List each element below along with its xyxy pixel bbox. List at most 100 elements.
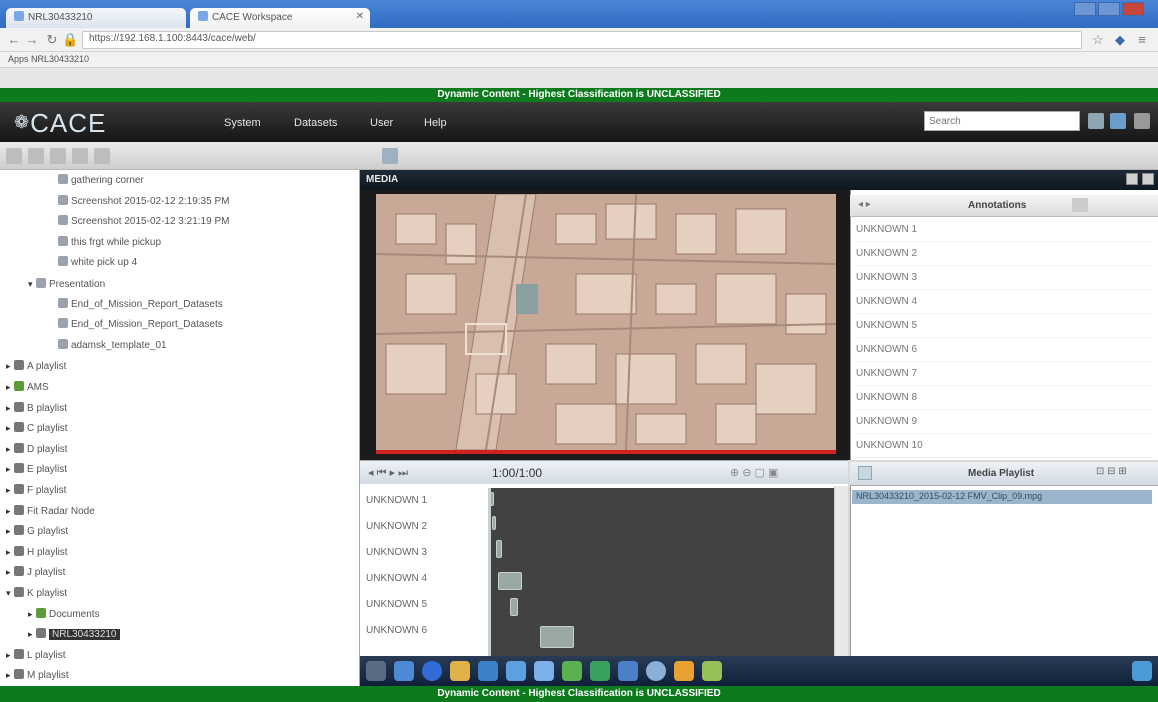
refresh-icon[interactable] [28,148,44,164]
expand-arrow-icon[interactable]: ▸ [6,522,14,540]
timeline-clip[interactable] [540,626,574,648]
app-icon-8[interactable] [702,661,722,681]
start-icon[interactable] [366,661,386,681]
tree-item[interactable]: ▸ C playlist [6,419,68,437]
address-bar[interactable]: https://192.168.1.100:8443/cace/web/ [82,31,1082,49]
tree-item[interactable]: ▸ Documents [28,605,100,623]
timeline-clip[interactable] [510,598,518,616]
menu-icon[interactable]: ≡ [1134,32,1150,48]
tree-item[interactable]: ▸ H playlist [6,543,68,561]
aerial-video-frame[interactable] [376,194,836,454]
playlist-controls-icon[interactable]: ⊡ ⊟ ⊞ [1096,466,1127,477]
tree-item[interactable]: gathering corner [50,172,144,190]
browser-tab-2[interactable]: CACE Workspace ✕ [190,8,370,28]
timeline-zoom-icons[interactable]: ⊕ ⊖ ▢ ▣ [730,466,778,479]
minimize-button[interactable] [1074,2,1096,16]
annotation-row[interactable]: UNKNOWN 9 [856,410,1152,434]
search-button-icon[interactable] [1088,113,1104,129]
tree-item[interactable]: ▸ L playlist [6,646,66,664]
tree-item[interactable]: ▸ E playlist [6,460,67,478]
search-app-icon[interactable] [534,661,554,681]
tree-item[interactable]: Screenshot 2015-02-12 2:19:35 PM [50,193,229,211]
annotation-row[interactable]: UNKNOWN 3 [856,266,1152,290]
tree-item[interactable]: ▸ B playlist [6,399,67,417]
bookmarks-text[interactable]: Apps NRL30433210 [8,54,89,64]
search-input[interactable] [924,111,1080,131]
annotation-row[interactable]: UNKNOWN 6 [856,338,1152,362]
timeline-clip[interactable] [496,540,502,558]
expand-arrow-icon[interactable]: ▸ [6,646,14,664]
reload-icon[interactable]: ↻ [44,32,60,48]
annotation-row[interactable]: UNKNOWN 8 [856,386,1152,410]
browser-tab-1[interactable]: NRL30433210 [6,8,186,28]
tree-item[interactable]: adamsk_template_01 [50,337,167,355]
signal-icon[interactable] [1110,113,1126,129]
tree-item[interactable]: ▸ J playlist [6,563,65,581]
timeline-play-controls-icon[interactable]: ◂ ⏮ ▸ ⏭ [368,466,408,480]
timeline-clip[interactable] [490,492,494,506]
tree-item[interactable]: ▸ A playlist [6,357,66,375]
menu-user[interactable]: User [370,117,393,129]
expand-arrow-icon[interactable]: ▸ [6,666,14,684]
tree-item[interactable]: ▸ NRL30433210 [28,625,120,643]
tree-item[interactable]: ▸ M playlist [6,666,69,684]
app-icon-1[interactable] [478,661,498,681]
app-icon-2[interactable] [506,661,526,681]
expand-arrow-icon[interactable]: ▸ [6,460,14,478]
annotation-row[interactable]: UNKNOWN 7 [856,362,1152,386]
tree-item[interactable]: ▸ D playlist [6,440,68,458]
forward-arrow-icon[interactable]: → [24,32,40,48]
annotation-row[interactable]: UNKNOWN 1 [856,218,1152,242]
tree-item[interactable]: Screenshot 2015-02-12 3:21:19 PM [50,213,229,231]
timeline-scrollbar[interactable] [834,486,848,656]
tree-item[interactable]: ▸ G playlist [6,522,68,540]
annotation-row[interactable]: UNKNOWN 5 [856,314,1152,338]
star-icon[interactable]: ☆ [1090,32,1106,48]
expand-arrow-icon[interactable]: ▸ [28,625,36,643]
explorer-icon[interactable] [394,661,414,681]
app-icon-4[interactable] [590,661,610,681]
tab-close-icon[interactable]: ✕ [356,11,364,22]
app-icon-7[interactable] [674,661,694,681]
add-icon[interactable] [50,148,66,164]
workspace-tool-icon[interactable] [382,148,398,164]
tree-item[interactable]: ▾ K playlist [6,584,67,602]
collapse-arrow-icon[interactable]: ▾ [28,275,36,293]
app-icon-5[interactable] [618,661,638,681]
expand-arrow-icon[interactable]: ▸ [6,357,14,375]
menu-system[interactable]: System [224,117,261,129]
annotation-row[interactable]: UNKNOWN 10 [856,434,1152,458]
folder-icon[interactable] [450,661,470,681]
expand-arrow-icon[interactable]: ▸ [6,543,14,561]
annot-add-icon[interactable] [1072,198,1088,212]
expand-arrow-icon[interactable]: ▸ [6,563,14,581]
close-window-button[interactable] [1122,2,1144,16]
delete-icon[interactable] [72,148,88,164]
tree-item[interactable]: ▸ F playlist [6,481,66,499]
menu-help[interactable]: Help [424,117,447,129]
settings-icon[interactable] [1134,113,1150,129]
app-icon-6[interactable] [646,661,666,681]
timeline-clip[interactable] [498,572,522,590]
annot-nav-arrows-icon[interactable]: ◂ ▸ [858,199,871,210]
timeline-clip[interactable] [492,516,496,530]
tree-item[interactable]: ▸ AMS [6,378,49,396]
annotation-row[interactable]: UNKNOWN 4 [856,290,1152,314]
playlist-checkbox-icon[interactable] [858,466,872,480]
extension-icon[interactable]: ◆ [1112,32,1128,48]
expand-arrow-icon[interactable]: ▸ [6,378,14,396]
panel-restore-icon[interactable] [1126,173,1138,185]
tree-item[interactable]: End_of_Mission_Report_Datasets [50,296,223,314]
tree-item[interactable]: this frgt while pickup [50,234,161,252]
expand-arrow-icon[interactable]: ▸ [28,605,36,623]
collapse-icon[interactable] [6,148,22,164]
tree-item[interactable]: white pick up 4 [50,254,137,272]
back-arrow-icon[interactable]: ← [6,32,22,48]
properties-icon[interactable] [94,148,110,164]
app-icon-3[interactable] [562,661,582,681]
annotation-row[interactable]: UNKNOWN 2 [856,242,1152,266]
expand-arrow-icon[interactable]: ▸ [6,440,14,458]
expand-arrow-icon[interactable]: ▸ [6,481,14,499]
expand-arrow-icon[interactable]: ▸ [6,502,14,520]
panel-close-icon[interactable] [1142,173,1154,185]
